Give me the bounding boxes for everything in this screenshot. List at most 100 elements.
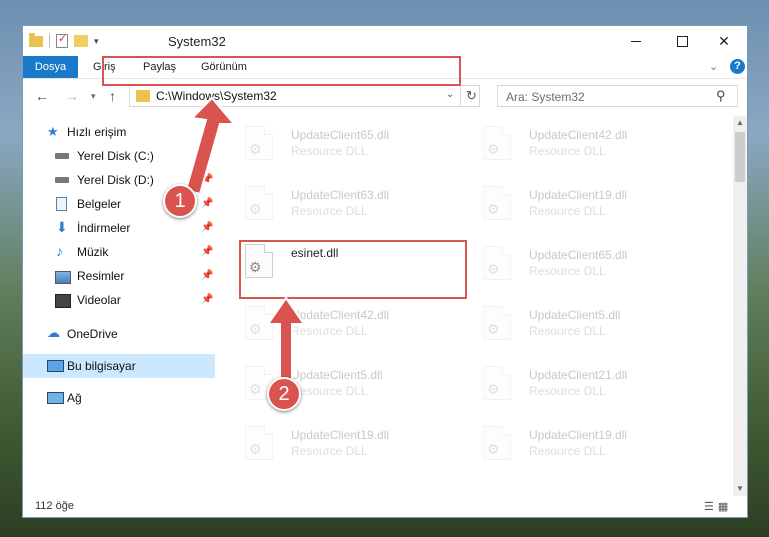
close-button[interactable]: ✕ bbox=[701, 26, 747, 56]
network-icon bbox=[47, 392, 64, 404]
file-item[interactable]: ⚙ UpdateClient42.dll Resource DLL bbox=[223, 296, 453, 352]
search-icon: ⚲ bbox=[716, 88, 726, 103]
file-description: Resource DLL bbox=[529, 144, 606, 158]
customize-toolbar-icon[interactable]: ▾ bbox=[94, 36, 99, 47]
tab-file[interactable]: Dosya bbox=[23, 56, 78, 78]
gear-icon: ⚙ bbox=[487, 201, 500, 217]
sidebar-item-label: Resimler bbox=[77, 269, 125, 283]
sidebar-item-videos[interactable]: Videolar 📌 bbox=[23, 288, 215, 312]
recent-locations-icon[interactable]: ▾ bbox=[91, 91, 96, 102]
expand-ribbon-icon[interactable]: ⌄ bbox=[709, 60, 718, 73]
sidebar-item-this-pc[interactable]: Bu bilgisayar bbox=[23, 354, 215, 378]
scroll-thumb[interactable] bbox=[735, 132, 745, 182]
file-description: Resource DLL bbox=[529, 264, 606, 278]
drive-icon bbox=[55, 153, 69, 159]
quick-access-toolbar: ▾ bbox=[29, 32, 99, 50]
file-item[interactable]: ⚙ UpdateClient19.dll Resource DLL bbox=[461, 416, 691, 472]
new-folder-icon[interactable] bbox=[74, 35, 88, 47]
file-description: Resource DLL bbox=[291, 384, 368, 398]
dll-file-icon: ⚙ bbox=[483, 426, 511, 460]
file-description: Resource DLL bbox=[529, 324, 606, 338]
sidebar-item-label: Yerel Disk (D:) bbox=[77, 173, 154, 187]
gear-icon: ⚙ bbox=[249, 441, 262, 457]
minimize-icon bbox=[631, 40, 641, 42]
file-name: UpdateClient19.dll bbox=[529, 188, 628, 202]
pin-icon[interactable]: 📌 bbox=[201, 270, 213, 281]
maximize-button[interactable] bbox=[659, 26, 705, 56]
help-icon[interactable]: ? bbox=[730, 59, 745, 74]
file-name: UpdateClient19.dll bbox=[291, 428, 390, 442]
gear-icon: ⚙ bbox=[487, 261, 500, 277]
file-name: UpdateClient21.dll bbox=[529, 368, 628, 382]
sidebar-item-label: Yerel Disk (C:) bbox=[77, 149, 154, 163]
dll-file-icon: ⚙ bbox=[483, 246, 511, 280]
sidebar-item-pictures[interactable]: Resimler 📌 bbox=[23, 264, 215, 288]
properties-icon[interactable] bbox=[56, 32, 68, 48]
sidebar-item-label: Hızlı erişim bbox=[67, 125, 127, 139]
forward-arrow-icon[interactable]: → bbox=[65, 88, 79, 104]
file-description: Resource DLL bbox=[529, 444, 606, 458]
scroll-up-icon[interactable]: ▲ bbox=[733, 116, 747, 130]
sidebar-item-network[interactable]: Ağ bbox=[23, 386, 215, 410]
dll-file-icon: ⚙ bbox=[483, 366, 511, 400]
gear-icon: ⚙ bbox=[487, 321, 500, 337]
gear-icon: ⚙ bbox=[487, 381, 500, 397]
documents-icon bbox=[56, 197, 67, 211]
pin-icon[interactable]: 📌 bbox=[201, 294, 213, 305]
file-item[interactable]: ⚙ UpdateClient5.dll Resource DLL bbox=[223, 356, 453, 412]
toolbar-separator bbox=[49, 34, 50, 48]
sidebar-item-onedrive[interactable]: ☁ OneDrive bbox=[23, 322, 215, 346]
file-item[interactable]: ⚙ UpdateClient5.dll Resource DLL bbox=[461, 296, 691, 352]
refresh-button[interactable]: ↻ bbox=[460, 85, 482, 107]
dll-file-icon: ⚙ bbox=[483, 306, 511, 340]
file-description: Resource DLL bbox=[291, 144, 368, 158]
file-item[interactable]: ⚙ UpdateClient19.dll Resource DLL bbox=[223, 416, 453, 472]
file-name: UpdateClient19.dll bbox=[529, 428, 628, 442]
file-name: UpdateClient5.dll bbox=[529, 308, 621, 322]
file-item[interactable]: ⚙ UpdateClient21.dll Resource DLL bbox=[461, 356, 691, 412]
up-arrow-icon[interactable]: ↑ bbox=[109, 88, 116, 104]
sidebar-item-music[interactable]: ♪ Müzik 📌 bbox=[23, 240, 215, 264]
file-name: UpdateClient63.dll bbox=[291, 188, 390, 202]
gear-icon: ⚙ bbox=[249, 201, 262, 217]
sidebar-item-downloads[interactable]: ⬇ İndirmeler 📌 bbox=[23, 216, 215, 240]
view-toggle-icons[interactable]: ☰▦ bbox=[704, 500, 732, 513]
pin-icon[interactable]: 📌 bbox=[201, 246, 213, 257]
file-item[interactable]: ⚙ UpdateClient65.dll Resource DLL bbox=[461, 236, 691, 292]
scroll-down-icon[interactable]: ▼ bbox=[733, 482, 747, 496]
file-item[interactable]: ⚙ UpdateClient65.dll Resource DLL bbox=[223, 116, 453, 172]
gear-icon: ⚙ bbox=[249, 321, 262, 337]
window-title: System32 bbox=[168, 34, 226, 49]
back-arrow-icon[interactable]: ← bbox=[35, 88, 49, 104]
sidebar-item-label: Ağ bbox=[67, 391, 82, 405]
file-description: Resource DLL bbox=[529, 384, 606, 398]
pictures-icon bbox=[55, 271, 71, 284]
sidebar-item-label: Müzik bbox=[77, 245, 109, 259]
file-item[interactable]: ⚙ UpdateClient42.dll Resource DLL bbox=[461, 116, 691, 172]
video-icon bbox=[55, 294, 71, 308]
file-item[interactable]: ⚙ UpdateClient19.dll Resource DLL bbox=[461, 176, 691, 232]
file-description: Resource DLL bbox=[291, 204, 368, 218]
vertical-scrollbar[interactable]: ▲ ▼ bbox=[733, 116, 747, 496]
sidebar-item-label: İndirmeler bbox=[77, 221, 131, 235]
pin-icon[interactable]: 📌 bbox=[201, 222, 213, 233]
drive-icon bbox=[55, 177, 69, 183]
address-dropdown-icon[interactable]: ⌄ bbox=[446, 89, 454, 100]
file-item[interactable]: ⚙ UpdateClient63.dll Resource DLL bbox=[223, 176, 453, 232]
music-icon: ♪ bbox=[56, 243, 63, 259]
address-bar-highlight bbox=[102, 56, 461, 86]
maximize-icon bbox=[676, 35, 688, 47]
minimize-button[interactable] bbox=[613, 26, 659, 56]
title-bar: ▾ System32 ✕ bbox=[23, 26, 747, 56]
dll-file-icon: ⚙ bbox=[245, 426, 273, 460]
file-name: UpdateClient65.dll bbox=[529, 248, 628, 262]
cloud-icon: ☁ bbox=[47, 325, 60, 340]
dll-file-icon: ⚙ bbox=[245, 186, 273, 220]
star-icon: ★ bbox=[47, 124, 59, 139]
search-placeholder: Ara: System32 bbox=[506, 90, 585, 104]
dll-file-icon: ⚙ bbox=[245, 126, 273, 160]
sidebar-item-label: Bu bilgisayar bbox=[67, 359, 136, 373]
dll-file-icon: ⚙ bbox=[483, 126, 511, 160]
status-bar: 112 öğe ☰▦ bbox=[23, 496, 747, 517]
search-input[interactable]: Ara: System32 ⚲ bbox=[497, 85, 738, 107]
